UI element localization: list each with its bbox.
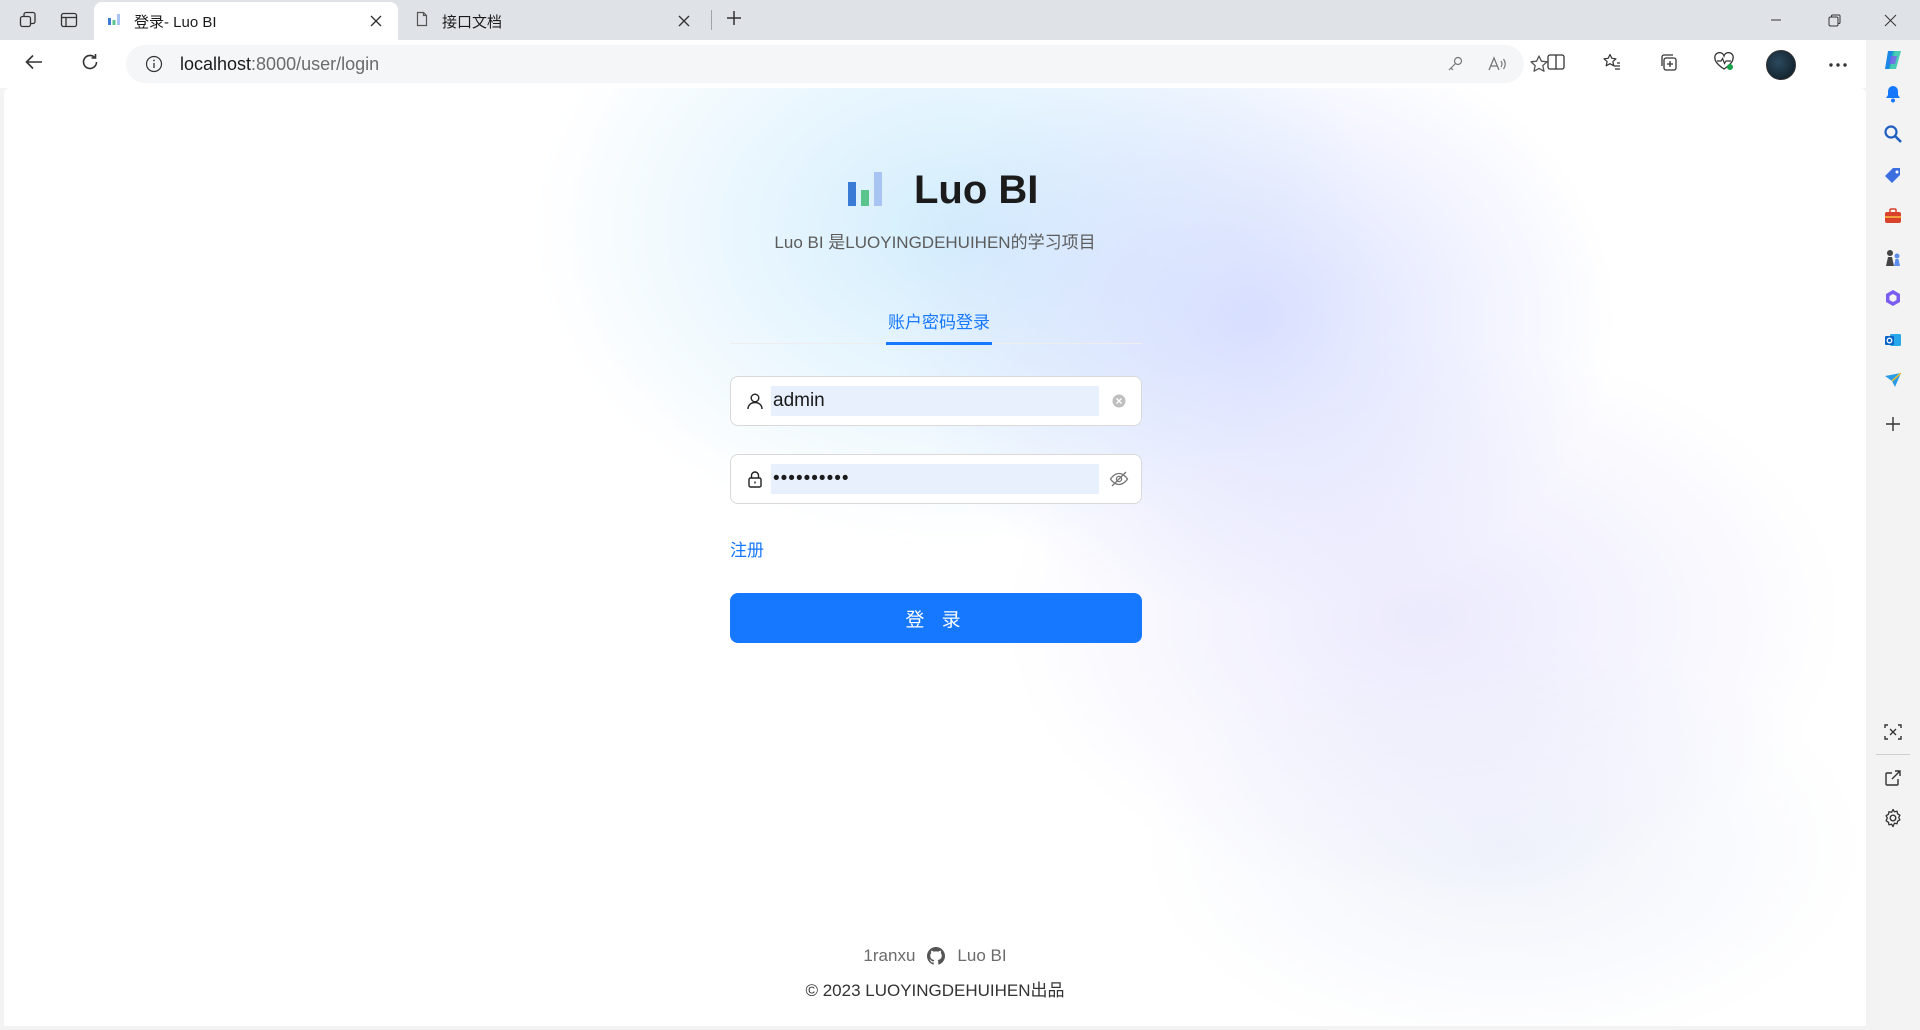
- sidebar-divider: [1876, 754, 1910, 755]
- tab-api-docs[interactable]: 接口文档: [402, 2, 706, 40]
- tab-actions-icon[interactable]: [53, 6, 85, 34]
- info-icon[interactable]: [136, 46, 172, 82]
- footer-links: 1ranxu Luo BI: [4, 946, 1866, 966]
- eye-invisible-icon[interactable]: [1107, 467, 1131, 491]
- settings-more-button[interactable]: [1820, 48, 1856, 80]
- split-screen-icon: [1546, 52, 1566, 77]
- clear-input-icon[interactable]: [1107, 389, 1131, 413]
- workspaces-icon[interactable]: [12, 6, 44, 34]
- refresh-icon: [80, 52, 100, 77]
- page-viewport: Luo BI Luo BI 是LUOYINGDEHUIHEN的学习项目 账户密码…: [4, 88, 1866, 1026]
- arrow-left-icon: [24, 52, 44, 77]
- browser-toolbar: localhost:8000/user/login: [0, 40, 1920, 88]
- password-input[interactable]: ••••••••••: [771, 464, 1099, 494]
- favorites-button[interactable]: [1594, 48, 1630, 80]
- notifications-bell-icon[interactable]: [1877, 78, 1909, 110]
- username-input[interactable]: admin: [771, 386, 1099, 416]
- login-button[interactable]: 登 录: [730, 593, 1142, 643]
- tab-title: 接口文档: [442, 13, 503, 31]
- split-screen-button[interactable]: [1538, 48, 1574, 80]
- lock-icon: [745, 469, 765, 489]
- shopping-tag-icon[interactable]: [1877, 160, 1909, 192]
- heart-pulse-icon: [1713, 51, 1735, 77]
- bar-chart-logo-icon: [842, 166, 890, 214]
- copyright-text: © 2023 LUOYINGDEHUIHEN出品: [805, 981, 1065, 1000]
- username-field[interactable]: admin: [730, 376, 1142, 426]
- open-external-icon[interactable]: [1877, 762, 1909, 794]
- close-icon[interactable]: [674, 11, 694, 31]
- register-link[interactable]: 注册: [730, 536, 764, 561]
- bar-chart-favicon: [106, 11, 122, 31]
- close-window-button[interactable]: [1862, 0, 1918, 40]
- github-icon[interactable]: [927, 947, 946, 965]
- copilot-icon[interactable]: [1877, 44, 1909, 76]
- author-link[interactable]: 1ranxu: [863, 946, 915, 966]
- active-tab-indicator: [886, 342, 992, 345]
- app-subtitle: Luo BI 是LUOYINGDEHUIHEN的学习项目: [774, 233, 1096, 252]
- more-dots-icon: [1828, 55, 1848, 73]
- plus-icon: [725, 9, 743, 32]
- sidebar-settings-gear-icon[interactable]: [1877, 802, 1909, 834]
- tab-login[interactable]: 登录- Luo BI: [94, 2, 398, 40]
- send-drop-icon[interactable]: [1877, 364, 1909, 396]
- project-link[interactable]: Luo BI: [957, 946, 1006, 966]
- microsoft-365-icon[interactable]: [1877, 282, 1909, 314]
- url-path: :8000/user/login: [251, 53, 380, 74]
- profile-avatar[interactable]: [1766, 50, 1796, 80]
- tools-briefcase-icon[interactable]: [1877, 200, 1909, 232]
- url-text[interactable]: localhost:8000/user/login: [180, 54, 379, 75]
- collections-icon: [1658, 52, 1678, 77]
- edge-sidebar: [1866, 40, 1920, 1030]
- key-icon[interactable]: [1438, 48, 1472, 80]
- favorites-list-icon: [1602, 52, 1622, 77]
- close-icon[interactable]: [366, 11, 386, 31]
- address-bar[interactable]: localhost:8000/user/login: [126, 45, 1548, 83]
- password-field[interactable]: ••••••••••: [730, 454, 1142, 504]
- login-tabs: 账户密码登录: [730, 308, 1142, 345]
- brand-header: Luo BI: [842, 162, 1038, 218]
- search-icon[interactable]: [1877, 118, 1909, 150]
- user-icon: [745, 391, 765, 411]
- games-chess-icon[interactable]: [1877, 242, 1909, 274]
- new-tab-button[interactable]: [718, 6, 750, 34]
- back-button[interactable]: [16, 48, 52, 80]
- add-sidebar-app-icon[interactable]: [1877, 408, 1909, 440]
- url-host: localhost: [180, 53, 252, 74]
- tab-title: 登录- Luo BI: [134, 13, 217, 31]
- refresh-button[interactable]: [72, 48, 108, 80]
- restore-button[interactable]: [1806, 0, 1862, 40]
- tab-account-password-login[interactable]: 账户密码登录: [886, 308, 992, 345]
- tab-separator: [711, 10, 712, 30]
- tab-strip: 登录- Luo BI 接口文档: [0, 0, 1920, 40]
- login-page: Luo BI Luo BI 是LUOYINGDEHUIHEN的学习项目 账户密码…: [4, 88, 1866, 1026]
- document-icon: [414, 11, 430, 31]
- browser-essentials-button[interactable]: [1706, 48, 1742, 80]
- outlook-icon[interactable]: [1877, 324, 1909, 356]
- collections-button[interactable]: [1650, 48, 1686, 80]
- screenshot-capture-icon[interactable]: [1877, 716, 1909, 748]
- tab-label: 账户密码登录: [888, 313, 990, 332]
- minimize-button[interactable]: [1748, 0, 1804, 40]
- read-aloud-icon[interactable]: [1480, 48, 1514, 80]
- app-title: Luo BI: [914, 167, 1039, 212]
